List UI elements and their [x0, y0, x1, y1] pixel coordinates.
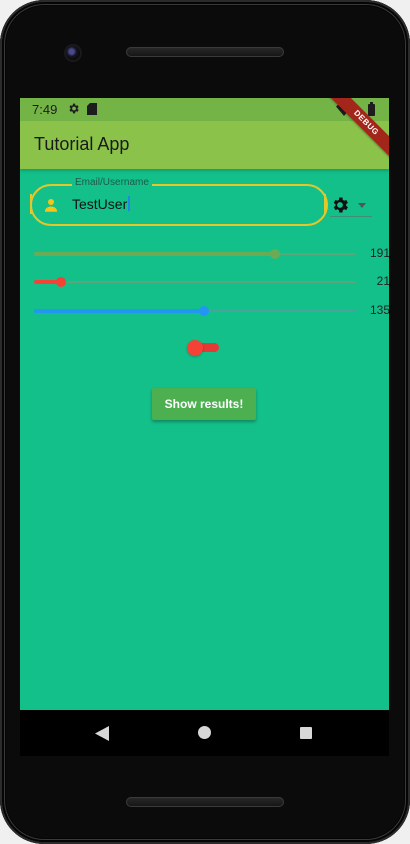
- navigation-bar: [20, 710, 389, 756]
- email-field[interactable]: Email/Username TestUser: [30, 177, 328, 226]
- slider-fill: [34, 309, 204, 313]
- text-caret: [128, 196, 131, 211]
- slider-value: 135: [369, 303, 389, 317]
- chevron-down-icon: [358, 203, 366, 208]
- slider-blue[interactable]: 135: [34, 303, 389, 319]
- slider-value: 21: [376, 274, 389, 288]
- home-icon[interactable]: [198, 726, 211, 739]
- phone-frame: 7:49 Tutorial App DEBUG Email/Username T…: [0, 0, 410, 844]
- app-bar: Tutorial App: [20, 121, 389, 169]
- slider-thumb[interactable]: [199, 306, 209, 316]
- slider-value: 191: [369, 246, 389, 260]
- recents-icon[interactable]: [300, 727, 312, 739]
- back-icon[interactable]: [95, 726, 109, 741]
- slider-thumb[interactable]: [270, 249, 280, 259]
- front-camera: [66, 46, 80, 60]
- screen: 7:49 Tutorial App DEBUG Email/Username T…: [20, 98, 389, 710]
- battery-icon: [368, 102, 375, 116]
- slider-red[interactable]: 191: [34, 246, 389, 262]
- bottom-speaker: [126, 797, 284, 807]
- page-title: Tutorial App: [34, 134, 130, 154]
- status-time: 7:49: [32, 102, 58, 117]
- gear-icon: [69, 103, 79, 114]
- gear-icon: [333, 197, 348, 213]
- toggle-thumb: [187, 340, 203, 356]
- slider-thumb[interactable]: [56, 277, 66, 287]
- sd-card-icon: [87, 103, 97, 115]
- slider-fill: [34, 252, 275, 256]
- slider-green[interactable]: 21: [34, 274, 389, 290]
- dropdown-underline: [330, 216, 372, 217]
- toggle-switch[interactable]: [187, 340, 220, 356]
- show-results-button[interactable]: Show results!: [152, 388, 256, 420]
- settings-dropdown[interactable]: [330, 195, 372, 217]
- top-speaker: [126, 47, 284, 57]
- slider-track: [34, 281, 356, 283]
- email-field-value: TestUser: [72, 196, 131, 212]
- email-field-label: Email/Username: [72, 177, 152, 188]
- person-icon: [45, 199, 57, 212]
